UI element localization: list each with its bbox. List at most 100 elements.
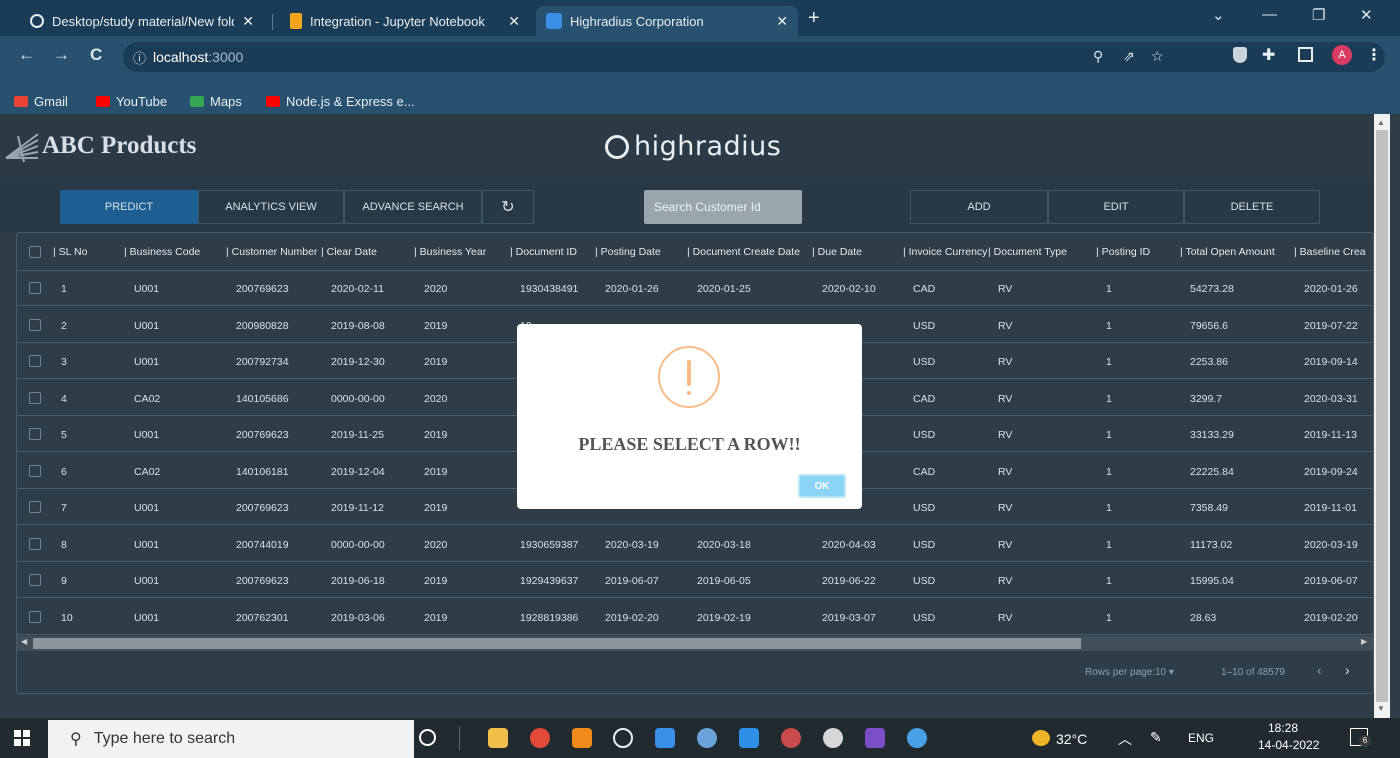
- close-tab-icon[interactable]: ✕: [242, 13, 254, 30]
- row-checkbox[interactable]: [29, 537, 41, 550]
- column-header[interactable]: | Customer Number: [226, 246, 317, 258]
- scroll-down-icon[interactable]: ▼: [1377, 704, 1385, 713]
- new-tab-button[interactable]: +: [808, 7, 820, 30]
- column-header[interactable]: | Invoice Currency: [903, 246, 987, 258]
- site-info-icon[interactable]: ⓘ: [133, 48, 146, 67]
- reload-icon[interactable]: C: [90, 45, 102, 65]
- row-checkbox[interactable]: [29, 318, 41, 331]
- column-header[interactable]: | Baseline Crea: [1294, 246, 1366, 258]
- cortana-icon[interactable]: [419, 729, 436, 746]
- help-icon[interactable]: [907, 728, 927, 748]
- search-customer-input[interactable]: Search Customer Id: [644, 190, 802, 224]
- restore-icon[interactable]: ❐: [1312, 6, 1325, 24]
- row-checkbox[interactable]: [29, 428, 41, 440]
- row-checkbox[interactable]: [29, 391, 41, 404]
- forward-icon[interactable]: →: [53, 45, 70, 65]
- edit-button[interactable]: EDIT: [1048, 190, 1184, 224]
- prev-page-icon[interactable]: ‹: [1317, 662, 1322, 678]
- chrome-icon[interactable]: [530, 728, 550, 748]
- back-icon[interactable]: ←: [18, 45, 35, 65]
- column-header[interactable]: | Total Open Amount: [1180, 246, 1275, 258]
- horizontal-scrollbar[interactable]: ◀ ▶: [17, 636, 1373, 651]
- close-tab-icon[interactable]: ✕: [776, 13, 788, 30]
- predict-button[interactable]: PREDICT: [60, 190, 198, 224]
- chrome-app-icon[interactable]: [781, 728, 801, 748]
- loading-app-icon[interactable]: [613, 728, 633, 748]
- language-indicator[interactable]: ENG: [1188, 731, 1214, 745]
- scroll-up-icon[interactable]: ▲: [1377, 118, 1385, 127]
- column-header[interactable]: | Document Type: [988, 246, 1067, 258]
- column-header[interactable]: | SL No: [53, 246, 87, 258]
- ok-button[interactable]: OK: [798, 474, 846, 498]
- row-checkbox[interactable]: [29, 282, 41, 294]
- minimize-icon[interactable]: —: [1262, 6, 1277, 23]
- chrome-profile-icon[interactable]: [697, 728, 717, 748]
- file-explorer-icon[interactable]: [488, 728, 508, 748]
- rows-per-page-select[interactable]: 10 ▾: [1155, 667, 1174, 678]
- row-checkbox[interactable]: [29, 464, 41, 477]
- arrow-app-icon[interactable]: [655, 728, 675, 748]
- bookmark-maps[interactable]: Maps: [190, 94, 242, 109]
- side-panel-icon[interactable]: [1298, 47, 1313, 62]
- extensions-puzzle-icon[interactable]: ✚: [1262, 45, 1275, 65]
- column-header[interactable]: | Business Code: [124, 246, 200, 258]
- browser-menu-icon[interactable]: ⋮: [1366, 45, 1382, 65]
- table-cell: RV: [998, 465, 1013, 478]
- notification-icon[interactable]: 6: [1350, 728, 1371, 747]
- sublime-icon[interactable]: [572, 728, 592, 748]
- scrollbar-thumb[interactable]: [33, 638, 1081, 649]
- row-checkbox[interactable]: [29, 574, 41, 586]
- scroll-right-icon[interactable]: ▶: [1361, 637, 1367, 646]
- clock-date[interactable]: 14-04-2022: [1258, 738, 1319, 752]
- row-checkbox[interactable]: [29, 355, 41, 367]
- next-page-icon[interactable]: ›: [1345, 662, 1350, 678]
- table-row[interactable]: 9 U001 200769623 2019-06-18 2019 1929439637 20…: [17, 563, 1373, 598]
- tab-search-chevron-icon[interactable]: ⌄: [1212, 6, 1225, 24]
- table-row[interactable]: 10 U001 200762301 2019-03-06 2019 1928819386 2…: [17, 600, 1373, 635]
- column-header[interactable]: | Posting ID: [1096, 246, 1150, 258]
- close-tab-icon[interactable]: ✕: [508, 13, 520, 30]
- vertical-scrollbar[interactable]: ▲ ▼: [1374, 114, 1390, 718]
- url-bar[interactable]: ⓘ localhost:3000 ⚲ ⇗ ☆: [123, 42, 1385, 72]
- delete-button[interactable]: DELETE: [1184, 190, 1320, 224]
- tray-chevron-icon[interactable]: ︿: [1118, 729, 1132, 749]
- extension-shield-icon[interactable]: [1233, 47, 1247, 63]
- select-all-checkbox[interactable]: [29, 246, 41, 258]
- bookmark-star-icon[interactable]: ☆: [1151, 48, 1164, 65]
- weather-sun-icon[interactable]: [1032, 730, 1050, 746]
- share-icon[interactable]: ⇗: [1123, 48, 1135, 65]
- bookmark-gmail[interactable]: Gmail: [14, 94, 68, 109]
- profile-avatar[interactable]: A: [1332, 45, 1352, 65]
- weather-temp[interactable]: 32°C: [1056, 731, 1087, 747]
- close-window-icon[interactable]: ✕: [1360, 6, 1373, 24]
- tab-desktop-folder[interactable]: Desktop/study material/New fold ✕: [20, 6, 264, 36]
- column-header[interactable]: | Document Create Date: [687, 246, 800, 258]
- scroll-left-icon[interactable]: ◀: [21, 637, 27, 646]
- analytics-view-button[interactable]: ANALYTICS VIEW: [198, 190, 344, 224]
- table-row[interactable]: 1 U001 200769623 2020-02-11 2020 1930438491 20…: [17, 271, 1373, 306]
- column-header[interactable]: | Due Date: [812, 246, 862, 258]
- column-header[interactable]: | Document ID: [510, 246, 577, 258]
- vs-app-icon[interactable]: [865, 728, 885, 748]
- bookmark-nodejs[interactable]: Node.js & Express e...: [266, 94, 415, 109]
- column-header[interactable]: | Posting Date: [595, 246, 661, 258]
- bookmark-youtube[interactable]: YouTube: [96, 94, 167, 109]
- scrollbar-thumb[interactable]: [1376, 130, 1388, 702]
- clock-time[interactable]: 18:28: [1268, 721, 1298, 735]
- vscode-icon[interactable]: [739, 728, 759, 748]
- pen-icon[interactable]: ✎: [1150, 729, 1162, 746]
- column-header[interactable]: | Business Year: [414, 246, 486, 258]
- tab-jupyter[interactable]: Integration - Jupyter Notebook ✕: [280, 6, 530, 36]
- refresh-button[interactable]: ↻: [482, 190, 534, 224]
- add-button[interactable]: ADD: [910, 190, 1048, 224]
- row-checkbox[interactable]: [29, 501, 41, 513]
- table-row[interactable]: 8 U001 200744019 0000-00-00 2020 1930659387 20…: [17, 527, 1373, 562]
- zoom-icon[interactable]: ⚲: [1093, 48, 1103, 65]
- windows-start-icon[interactable]: [14, 730, 30, 746]
- column-header[interactable]: | Clear Date: [321, 246, 377, 258]
- taskbar-search-input[interactable]: ⚲ Type here to search: [48, 720, 414, 758]
- advance-search-button[interactable]: ADVANCE SEARCH: [344, 190, 482, 224]
- tab-highradius[interactable]: Highradius Corporation ✕: [536, 6, 798, 36]
- settings-gear-icon[interactable]: [823, 728, 843, 748]
- row-checkbox[interactable]: [29, 610, 41, 623]
